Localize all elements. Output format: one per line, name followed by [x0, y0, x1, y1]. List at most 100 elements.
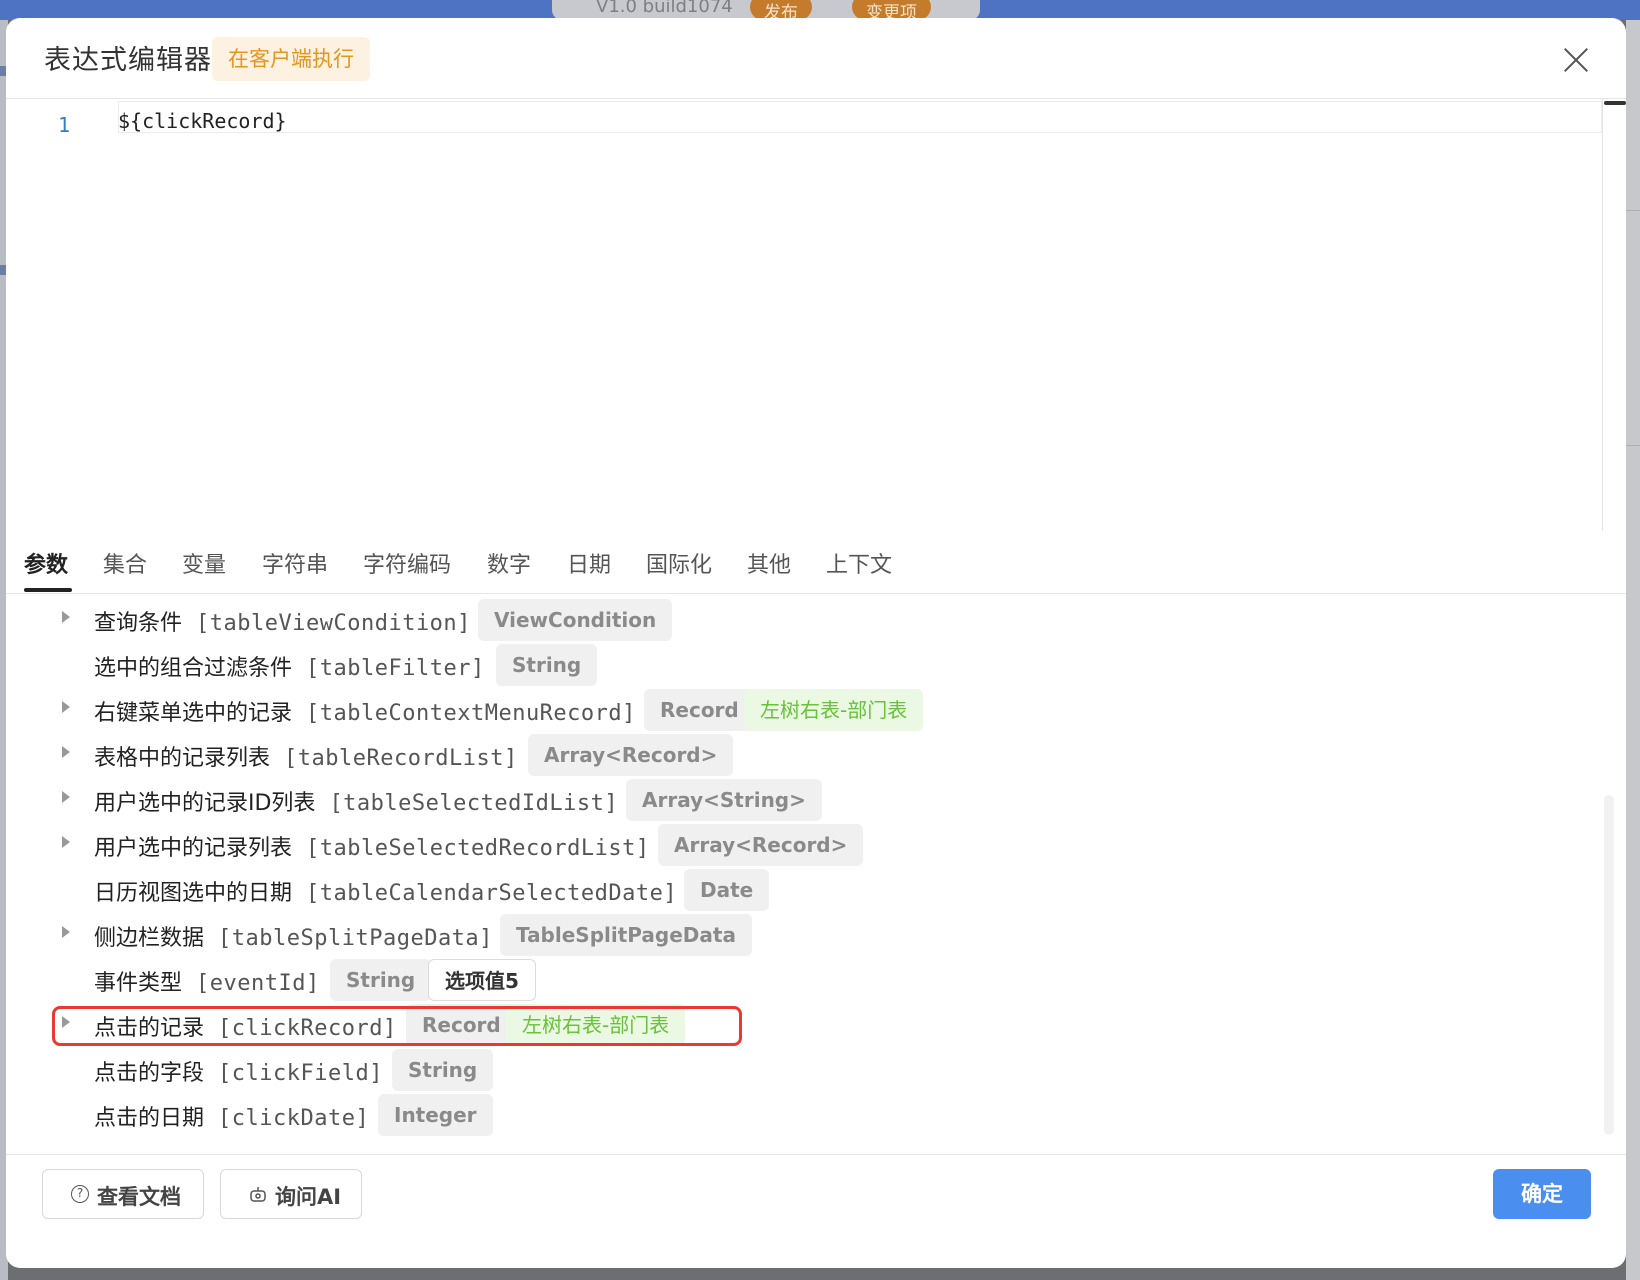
- param-key: [clickField]: [218, 1061, 383, 1086]
- function-tabs: 参数 集合 变量 字符串 字符编码 数字 日期 国际化 其他 上下文: [6, 530, 1626, 594]
- current-line-highlight: [118, 101, 1602, 133]
- param-key: [clickDate]: [218, 1106, 370, 1131]
- param-tree: 查询条件 [tableViewCondition] ViewCondition 选…: [6, 595, 1626, 1153]
- close-icon[interactable]: [1562, 46, 1590, 74]
- param-key: [tableSelectedRecordList]: [306, 836, 650, 861]
- tab-collections[interactable]: 集合: [103, 547, 147, 579]
- param-name: 右键菜单选中的记录: [94, 701, 293, 726]
- version-text: V1.0 build1074: [596, 0, 733, 17]
- tab-encoding[interactable]: 字符编码: [363, 547, 451, 579]
- param-label: 事件类型 [eventId]: [94, 965, 320, 997]
- param-row[interactable]: 点击的字段 [clickField] String: [6, 1047, 1506, 1093]
- view-docs-button[interactable]: ? 查看文档: [42, 1169, 204, 1219]
- type-chip: TableSplitPageData: [500, 914, 752, 956]
- param-label: 查询条件 [tableViewCondition]: [94, 605, 471, 637]
- type-chip: Array<String>: [626, 779, 822, 821]
- type-chip: Record: [644, 689, 755, 731]
- param-name: 用户选中的记录ID列表: [94, 791, 316, 816]
- param-row[interactable]: 侧边栏数据 [tableSplitPageData] TableSplitPage…: [6, 912, 1506, 958]
- help-circle-icon: ?: [71, 1185, 89, 1203]
- ai-robot-icon: [250, 1187, 266, 1202]
- param-key: [eventId]: [196, 971, 320, 996]
- param-row[interactable]: 选中的组合过滤条件 [tableFilter] String: [6, 642, 1506, 688]
- expand-arrow-icon[interactable]: [62, 926, 70, 938]
- param-label: 点击的日期 [clickDate]: [94, 1100, 369, 1132]
- type-chip: ViewCondition: [478, 599, 673, 641]
- editor-scrollbar-track: [1602, 99, 1603, 531]
- expand-arrow-icon[interactable]: [62, 836, 70, 848]
- tab-strings[interactable]: 字符串: [262, 547, 328, 579]
- param-name: 日历视图选中的日期: [94, 881, 293, 906]
- execution-tag: 在客户端执行: [212, 37, 370, 81]
- editor-scrollbar[interactable]: [1604, 101, 1626, 105]
- background-right-panel: [1626, 20, 1640, 1280]
- dialog-header: 表达式编辑器 在客户端执行: [6, 18, 1626, 98]
- param-name: 点击的日期: [94, 1106, 205, 1131]
- background-divider: [1626, 445, 1640, 446]
- expand-arrow-icon[interactable]: [62, 746, 70, 758]
- param-key: [tableCalendarSelectedDate]: [306, 881, 678, 906]
- param-row[interactable]: 事件类型 [eventId] String 选项值5: [6, 957, 1506, 1003]
- tab-params[interactable]: 参数: [24, 547, 68, 579]
- type-chip: Array<Record>: [658, 824, 864, 866]
- type-chip: String: [330, 959, 432, 1001]
- param-row[interactable]: 用户选中的记录列表 [tableSelectedRecordList] Array…: [6, 822, 1506, 868]
- changes-button: 变更项: [852, 0, 931, 23]
- code-editor[interactable]: 1 ${clickRecord}: [6, 98, 1626, 531]
- param-name: 表格中的记录列表: [94, 746, 271, 771]
- tab-context[interactable]: 上下文: [826, 547, 892, 579]
- tab-numbers[interactable]: 数字: [487, 547, 531, 579]
- expand-arrow-icon[interactable]: [62, 701, 70, 713]
- version-pill: V1.0 build1074 发布 变更项: [552, 0, 980, 23]
- publish-button: 发布: [750, 0, 812, 23]
- view-docs-label: 查看文档: [97, 1185, 181, 1209]
- tree-scrollbar[interactable]: [1604, 795, 1614, 1135]
- param-label: 表格中的记录列表 [tableRecordList]: [94, 740, 518, 772]
- param-name: 用户选中的记录列表: [94, 836, 293, 861]
- expression-editor-dialog: 表达式编辑器 在客户端执行 1 ${clickRecord} 参数 集合 变量 …: [6, 18, 1626, 1268]
- param-label: 选中的组合过滤条件 [tableFilter]: [94, 650, 485, 682]
- line-number: 1: [58, 113, 71, 137]
- param-row[interactable]: 表格中的记录列表 [tableRecordList] Array<Record>: [6, 732, 1506, 778]
- tab-other[interactable]: 其他: [747, 547, 791, 579]
- dialog-footer: ? 查看文档 询问AI 确定: [6, 1154, 1626, 1268]
- param-row[interactable]: 用户选中的记录ID列表 [tableSelectedIdList] Array<S…: [6, 777, 1506, 823]
- param-label: 右键菜单选中的记录 [tableContextMenuRecord]: [94, 695, 636, 727]
- code-line[interactable]: ${clickRecord}: [118, 109, 287, 133]
- model-chip: 左树右表-部门表: [744, 689, 924, 731]
- param-row[interactable]: 日历视图选中的日期 [tableCalendarSelectedDate] Dat…: [6, 867, 1506, 913]
- param-key: [tableContextMenuRecord]: [306, 701, 636, 726]
- type-chip: Integer: [378, 1094, 493, 1136]
- param-name: 查询条件: [94, 611, 183, 636]
- param-label: 用户选中的记录ID列表 [tableSelectedIdList]: [94, 785, 618, 817]
- type-chip: Array<Record>: [528, 734, 734, 776]
- type-chip: String: [496, 644, 598, 686]
- type-chip: String: [392, 1049, 494, 1091]
- param-row[interactable]: 点击的日期 [clickDate] Integer: [6, 1092, 1506, 1138]
- tab-variables[interactable]: 变量: [182, 547, 226, 579]
- ask-ai-label: 询问AI: [275, 1185, 342, 1209]
- tab-dates[interactable]: 日期: [567, 547, 611, 579]
- param-row[interactable]: 查询条件 [tableViewCondition] ViewCondition: [6, 597, 1506, 643]
- option-chip: 选项值5: [428, 959, 536, 1001]
- param-key: [tableFilter]: [306, 656, 485, 681]
- param-label: 日历视图选中的日期 [tableCalendarSelectedDate]: [94, 875, 677, 907]
- param-key: [tableRecordList]: [284, 746, 518, 771]
- param-name: 点击的字段: [94, 1061, 205, 1086]
- tab-i18n[interactable]: 国际化: [646, 547, 712, 579]
- param-label: 点击的字段 [clickField]: [94, 1055, 383, 1087]
- active-tab-indicator: [24, 588, 72, 592]
- confirm-button[interactable]: 确定: [1493, 1169, 1591, 1219]
- param-row[interactable]: 右键菜单选中的记录 [tableContextMenuRecord] Record…: [6, 687, 1506, 733]
- ask-ai-button[interactable]: 询问AI: [220, 1169, 362, 1219]
- param-name: 选中的组合过滤条件: [94, 656, 293, 681]
- dialog-title: 表达式编辑器: [44, 45, 212, 76]
- param-name: 事件类型: [94, 971, 183, 996]
- param-name: 侧边栏数据: [94, 926, 205, 951]
- expand-arrow-icon[interactable]: [62, 611, 70, 623]
- param-label: 侧边栏数据 [tableSplitPageData]: [94, 920, 493, 952]
- expand-arrow-icon[interactable]: [62, 791, 70, 803]
- param-key: [tableViewCondition]: [196, 611, 471, 636]
- param-label: 用户选中的记录列表 [tableSelectedRecordList]: [94, 830, 650, 862]
- type-chip: Date: [684, 869, 770, 911]
